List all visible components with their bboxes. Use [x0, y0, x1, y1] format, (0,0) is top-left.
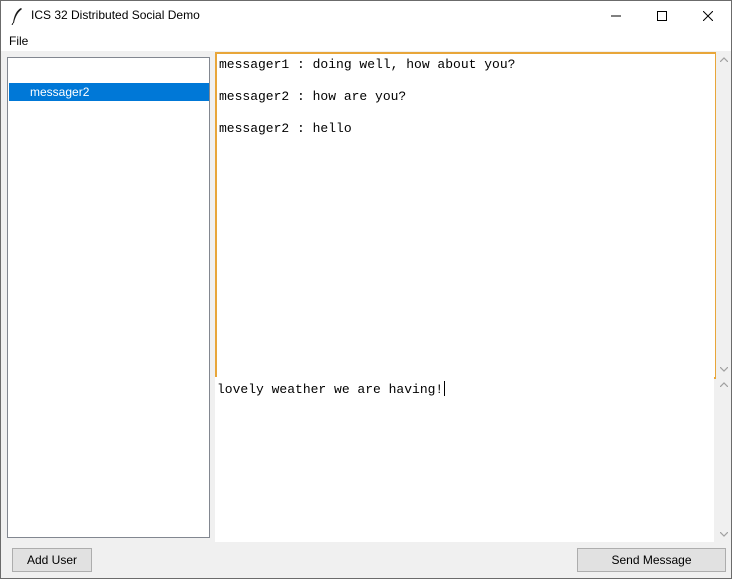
minimize-button[interactable]: [593, 1, 639, 31]
send-message-button[interactable]: Send Message: [577, 548, 726, 572]
chevron-up-icon: [719, 382, 728, 387]
app-window: ICS 32 Distributed Social Demo File mess…: [0, 0, 732, 579]
chevron-up-icon: [719, 57, 728, 62]
menu-bar: File: [1, 31, 731, 51]
message-scrollbar[interactable]: [716, 52, 731, 377]
chevron-down-icon: [719, 532, 728, 537]
message-line: messager2 : hello: [219, 121, 352, 136]
message-input-text: lovely weather we are having!: [217, 381, 446, 397]
maximize-button[interactable]: [639, 1, 685, 31]
message-input-value: lovely weather we are having!: [217, 382, 444, 397]
minimize-icon: [611, 15, 621, 17]
chevron-down-icon: [719, 367, 728, 372]
menu-file[interactable]: File: [9, 34, 28, 48]
scroll-up-button[interactable]: [716, 52, 731, 67]
scroll-down-button[interactable]: [716, 527, 731, 542]
add-user-button[interactable]: Add User: [12, 548, 92, 572]
input-scrollbar[interactable]: [716, 377, 731, 542]
user-list[interactable]: messager2: [7, 57, 210, 538]
message-input[interactable]: lovely weather we are having!: [215, 377, 714, 542]
window-title: ICS 32 Distributed Social Demo: [31, 8, 200, 22]
text-caret: [444, 381, 446, 396]
message-line: messager1 : doing well, how about you?: [219, 57, 516, 72]
user-list-item-label: messager2: [30, 85, 90, 99]
scroll-down-button[interactable]: [716, 362, 731, 377]
maximize-icon: [657, 11, 667, 21]
title-bar[interactable]: ICS 32 Distributed Social Demo: [1, 1, 731, 31]
user-list-item[interactable]: messager2: [9, 83, 209, 101]
message-line: messager2 : how are you?: [219, 89, 407, 104]
message-history[interactable]: messager1 : doing well, how about you? m…: [215, 52, 717, 379]
close-button[interactable]: [685, 1, 731, 31]
feather-icon: [11, 8, 22, 25]
close-icon: [703, 11, 713, 21]
scroll-up-button[interactable]: [716, 377, 731, 392]
